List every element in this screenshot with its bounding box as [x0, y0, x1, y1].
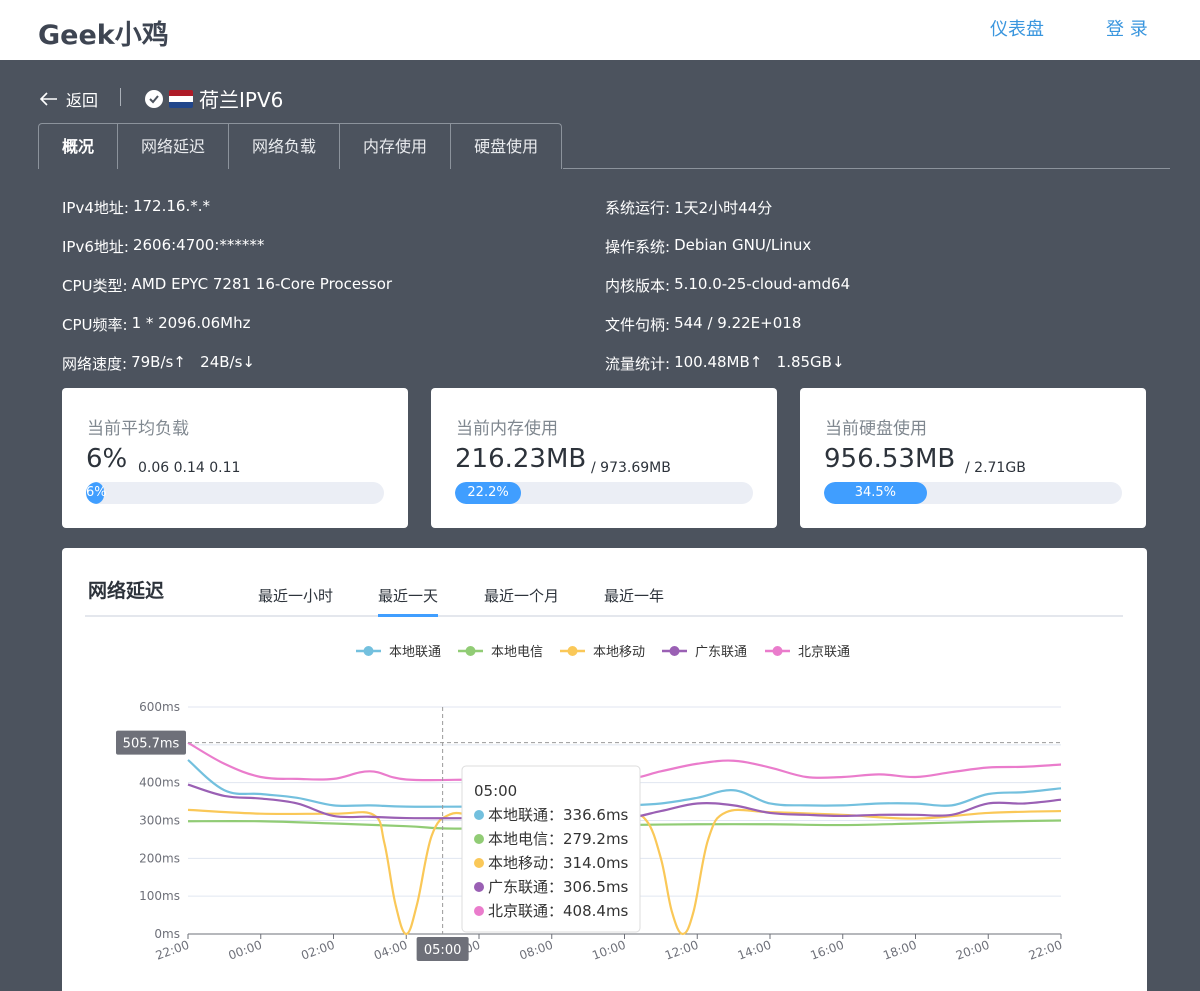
- x-tick-label: 04:00: [372, 938, 409, 963]
- tooltip-title: 05:00: [474, 782, 517, 800]
- tooltip-row-label: 广东联通：306.5ms: [488, 878, 629, 896]
- x-tick-label: 20:00: [954, 938, 991, 963]
- x-tick-label: 08:00: [517, 938, 554, 963]
- tooltip-marker: [474, 834, 484, 844]
- tooltip-marker: [474, 882, 484, 892]
- legend-label: 本地联通: [389, 645, 441, 660]
- tooltip-row-label: 北京联通：408.4ms: [488, 902, 629, 920]
- tooltip-marker: [474, 810, 484, 820]
- legend-item[interactable]: 北京联通: [765, 645, 850, 660]
- x-tick-label: 12:00: [663, 938, 700, 963]
- y-tick-label: 0ms: [154, 927, 180, 941]
- y-tick-label: 100ms: [139, 889, 180, 903]
- y-tick-label: 200ms: [139, 851, 180, 865]
- legend-label: 广东联通: [695, 645, 747, 660]
- x-tick-label: 22:00: [1027, 938, 1064, 963]
- tooltip-row-label: 本地电信：279.2ms: [488, 830, 629, 848]
- tooltip-row-label: 本地移动：314.0ms: [488, 854, 629, 872]
- legend-label: 本地移动: [593, 645, 645, 660]
- x-tick-label: 18:00: [881, 938, 918, 963]
- legend-marker: [363, 646, 374, 656]
- x-tick-label: 02:00: [299, 938, 336, 963]
- chart-tooltip: 05:00 本地联通：336.6ms 本地电信：279.2ms 本地移动：314.0m…: [461, 765, 641, 933]
- crosshair-x-label: 05:00: [424, 943, 461, 958]
- x-tick-label: 22:00: [154, 938, 191, 963]
- latency-chart[interactable]: 0ms100ms200ms300ms400ms500ms600ms22:0000…: [0, 0, 1200, 991]
- legend-marker: [567, 646, 578, 656]
- legend-marker: [669, 646, 680, 656]
- tooltip-row-label: 本地联通：336.6ms: [488, 806, 629, 824]
- x-tick-label: 00:00: [226, 938, 263, 963]
- legend-item[interactable]: 本地移动: [560, 645, 645, 660]
- x-tick-label: 10:00: [590, 938, 627, 963]
- tooltip-marker: [474, 906, 484, 916]
- legend-item[interactable]: 本地电信: [458, 645, 543, 660]
- tooltip-marker: [474, 858, 484, 868]
- crosshair-y-label: 505.7ms: [123, 737, 180, 752]
- y-tick-label: 300ms: [139, 814, 180, 828]
- legend-item[interactable]: 广东联通: [662, 645, 747, 660]
- y-tick-label: 600ms: [139, 700, 180, 714]
- legend-label: 本地电信: [491, 645, 543, 660]
- legend-marker: [772, 646, 783, 656]
- legend-label: 北京联通: [798, 645, 850, 660]
- legend-item[interactable]: 本地联通: [356, 645, 441, 660]
- y-tick-label: 400ms: [139, 776, 180, 790]
- legend-marker: [465, 646, 476, 656]
- x-tick-label: 14:00: [736, 938, 773, 963]
- x-tick-label: 16:00: [808, 938, 845, 963]
